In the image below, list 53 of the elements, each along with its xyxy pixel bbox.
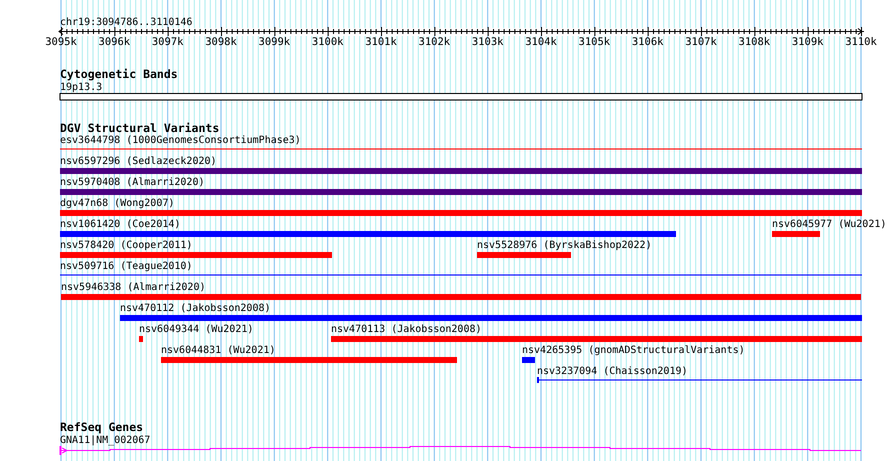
- tick-label: 3099k: [258, 36, 290, 48]
- variant-label: nsv3237094 (Chaisson2019): [537, 366, 688, 377]
- variant-bar[interactable]: [60, 252, 332, 258]
- variant-bar[interactable]: [60, 231, 676, 237]
- variant-bar[interactable]: [120, 315, 862, 321]
- gene-model-drawing[interactable]: [60, 446, 862, 455]
- tick-label: 3109k: [792, 36, 824, 48]
- tick-label: 3106k: [632, 36, 664, 48]
- variant-label: nsv470112 (Jakobsson2008): [120, 303, 271, 314]
- tick-label: 3097k: [152, 36, 184, 48]
- variant-label: nsv5528976 (ByrskaBishop2022): [477, 240, 652, 251]
- variant-label: nsv5946338 (Almarri2020): [61, 282, 206, 293]
- variant-label: nsv6044831 (Wu2021): [161, 345, 276, 356]
- variant-label: nsv509716 (Teague2010): [60, 261, 192, 272]
- band-label: 19p13.3: [60, 82, 102, 93]
- tick-label: 3100k: [312, 36, 344, 48]
- variant-label: dgv47n68 (Wong2007): [60, 198, 174, 209]
- variant-label: nsv4265395 (gnomADStructuralVariants): [522, 345, 745, 356]
- track-title: Cytogenetic Bands: [60, 67, 178, 81]
- tick-label: 3107k: [685, 36, 717, 48]
- variant-bar[interactable]: [477, 252, 571, 258]
- tick-label: 3103k: [472, 36, 504, 48]
- tick-label: 3095k: [45, 36, 77, 48]
- location-label: chr19:3094786..3110146: [60, 17, 192, 28]
- variant-label: nsv578420 (Cooper2011): [60, 240, 192, 251]
- track-title: DGV Structural Variants: [60, 121, 220, 135]
- tick-label: 3096k: [98, 36, 130, 48]
- variant-label: nsv6049344 (Wu2021): [139, 324, 254, 335]
- variant-bar[interactable]: [522, 357, 535, 363]
- variant-label: nsv6045977 (Wu2021): [772, 219, 886, 230]
- tick-label: 3108k: [738, 36, 770, 48]
- variant-bar[interactable]: [139, 336, 143, 342]
- gene-label: GNA11|NM_002067: [60, 435, 150, 446]
- variant-bar[interactable]: [60, 189, 862, 195]
- variant-label: nsv470113 (Jakobsson2008): [331, 324, 482, 335]
- tick-label: 3101k: [365, 36, 397, 48]
- variant-bar[interactable]: [772, 231, 820, 237]
- variant-label: nsv6597296 (Sedlazeck2020): [60, 156, 217, 167]
- variant-label: esv3644798 (1000GenomesConsortiumPhase3): [60, 135, 301, 146]
- variant-bar[interactable]: [161, 357, 457, 363]
- variant-line[interactable]: [537, 377, 862, 383]
- tick-label: 3104k: [525, 36, 557, 48]
- variant-bar[interactable]: [61, 294, 861, 300]
- variant-bar[interactable]: [331, 336, 862, 342]
- variant-bar[interactable]: [60, 168, 862, 174]
- tick-label: 3105k: [578, 36, 610, 48]
- tick-label: 3102k: [418, 36, 450, 48]
- variant-label: nsv1061420 (Coe2014): [60, 219, 180, 230]
- variant-label: nsv5970408 (Almarri2020): [60, 177, 204, 188]
- track-title: RefSeq Genes: [60, 420, 144, 434]
- variant-bar[interactable]: [60, 210, 862, 216]
- tick-label: 3098k: [205, 36, 237, 48]
- tick-label: 3110k: [845, 36, 877, 48]
